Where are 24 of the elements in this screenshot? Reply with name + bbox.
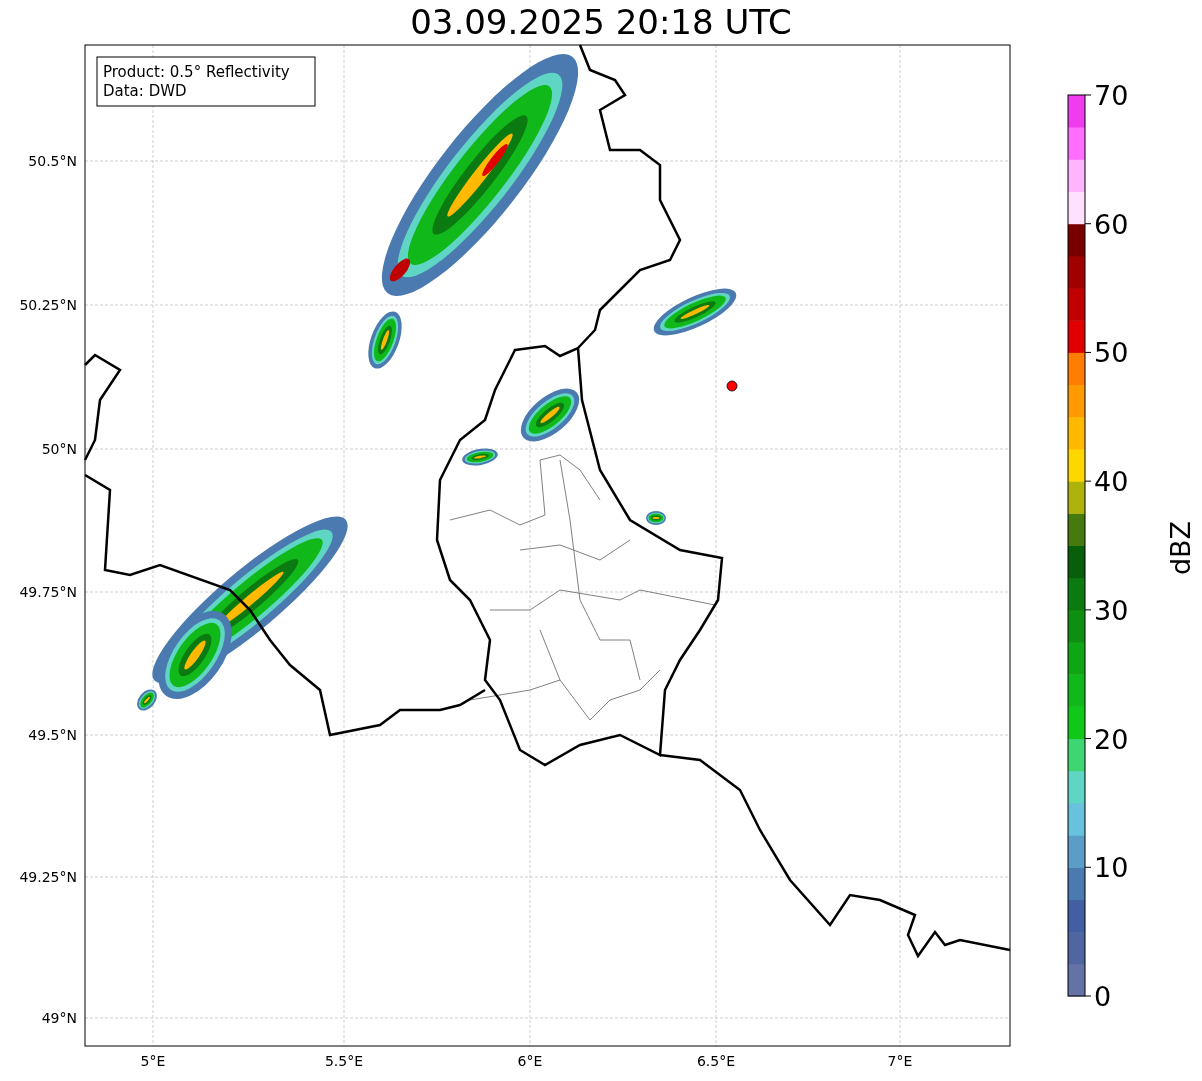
colorbar-tick-label: 40: [1094, 466, 1129, 498]
axis-tick-label: 6.5°E: [696, 1053, 736, 1069]
colorbar-tick-label: 0: [1094, 981, 1112, 1012]
info-text: Product: 0.5° Reflectivity: [103, 63, 290, 81]
colorbar-tick-label: 60: [1094, 208, 1129, 240]
axis-tick-label: 49.5°N: [28, 727, 77, 743]
axis-tick-label: 50°N: [41, 441, 77, 457]
axis-tick-label: 49.25°N: [19, 869, 77, 885]
colorbar-tick-label: 30: [1094, 594, 1129, 626]
colorbar-tick-label: 70: [1094, 80, 1129, 111]
axis-tick-label: 50.25°N: [19, 297, 77, 313]
colorbar-tick-label: 50: [1094, 337, 1129, 369]
colorbar-label: dBZ: [1165, 520, 1196, 576]
info-text: Data: DWD: [103, 82, 187, 100]
colorbar-tick-label: 10: [1094, 852, 1129, 884]
axis-tick-label: 7°E: [887, 1053, 913, 1069]
colorbar-tick-label: 20: [1094, 723, 1129, 755]
axis-tick-label: 5°E: [140, 1053, 166, 1069]
axis-tick-label: 6°E: [517, 1053, 543, 1069]
axis-tick-label: 49.75°N: [19, 584, 77, 600]
chart-title: 03.09.2025 20:18 UTC: [410, 4, 792, 42]
axis-tick-label: 5.5°E: [324, 1053, 364, 1069]
axis-tick-label: 49°N: [41, 1010, 77, 1026]
axis-tick-label: 50.5°N: [28, 153, 77, 169]
